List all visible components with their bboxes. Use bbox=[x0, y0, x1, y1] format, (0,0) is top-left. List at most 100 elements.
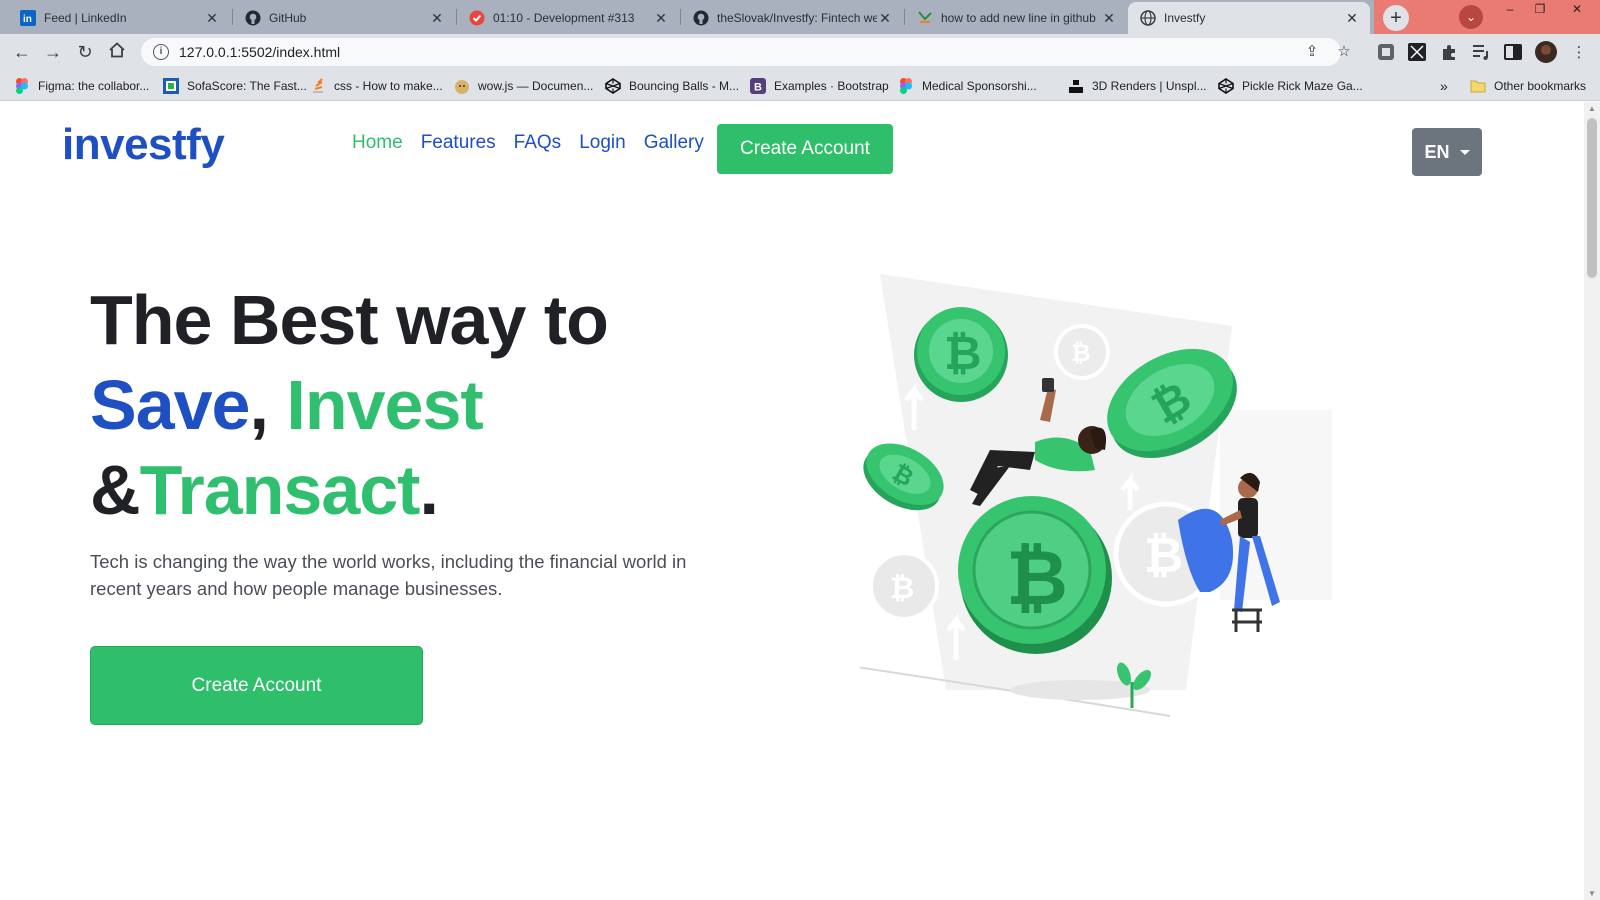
bookmark-label: Bouncing Balls - M... bbox=[629, 79, 740, 93]
share-icon[interactable]: ⇪ bbox=[1303, 43, 1321, 61]
minimize-icon[interactable]: – bbox=[1495, 2, 1525, 16]
home-icon[interactable] bbox=[106, 41, 128, 63]
more-bookmarks-button[interactable]: » bbox=[1440, 77, 1448, 95]
language-dropdown[interactable]: EN bbox=[1412, 128, 1482, 176]
tab-search-button[interactable]: ⌄ bbox=[1459, 5, 1483, 29]
hero-word-invest: Invest bbox=[286, 366, 483, 444]
bookmark-sofascore[interactable]: SofaScore: The Fast... bbox=[163, 77, 307, 95]
browser-tab-strip: in Feed | LinkedIn ✕ GitHub ✕ 01:10 - De… bbox=[0, 0, 1600, 34]
main-nav: Home Features FAQs Login Gallery bbox=[352, 132, 704, 154]
bookmark-label: Medical Sponsorshi... bbox=[922, 79, 1037, 93]
linkedin-icon: in bbox=[20, 10, 36, 26]
close-window-icon[interactable]: ✕ bbox=[1562, 2, 1592, 16]
hero-comma: , bbox=[249, 366, 268, 444]
tab-github[interactable]: GitHub ✕ bbox=[233, 2, 455, 34]
stackoverflow-icon bbox=[310, 78, 326, 94]
tab-development[interactable]: 01:10 - Development #313 ✕ bbox=[457, 2, 679, 34]
hero-create-account-button[interactable]: Create Account bbox=[90, 646, 423, 725]
bookmark-bootstrap[interactable]: B Examples · Bootstrap bbox=[750, 77, 889, 95]
bookmark-bouncing-balls[interactable]: Bouncing Balls - M... bbox=[605, 77, 739, 95]
page-scrollbar[interactable]: ▲ ▼ bbox=[1584, 102, 1600, 900]
tab-stackoverflow[interactable]: how to add new line in github ✕ bbox=[905, 2, 1127, 34]
github-icon bbox=[245, 10, 261, 26]
avatar[interactable] bbox=[1535, 41, 1557, 63]
screenshot-extension-icon[interactable] bbox=[1407, 42, 1427, 62]
nav-faqs[interactable]: FAQs bbox=[514, 132, 562, 154]
crypto-savings-illustration: ₿ ₿ ₿ ₿ ₿ ₿ ₿ bbox=[860, 274, 1332, 717]
scrollbar-thumb[interactable] bbox=[1587, 118, 1597, 278]
svg-text:B: B bbox=[754, 82, 762, 94]
address-bar[interactable]: i 127.0.0.1:5502/index.html bbox=[141, 38, 1341, 66]
reload-icon[interactable]: ↻ bbox=[74, 41, 96, 63]
globe-icon bbox=[1140, 10, 1156, 26]
bookmark-figma[interactable]: Figma: the collabor... bbox=[14, 77, 149, 95]
extension-icon[interactable] bbox=[1376, 42, 1396, 62]
bookmark-label: SofaScore: The Fast... bbox=[187, 79, 307, 93]
svg-text:in: in bbox=[23, 14, 32, 25]
menu-icon[interactable]: ⋮ bbox=[1570, 44, 1588, 62]
site-info-icon[interactable]: i bbox=[153, 44, 169, 60]
svg-text:₿: ₿ bbox=[1071, 340, 1091, 367]
hero-line-1: The Best way to bbox=[90, 281, 609, 359]
bookmark-stackoverflow[interactable]: css - How to make... bbox=[310, 77, 443, 95]
tab-investfy-repo[interactable]: theSlovak/Investfy: Fintech web ✕ bbox=[681, 2, 903, 34]
close-icon[interactable]: ✕ bbox=[653, 10, 669, 27]
bookmark-label: wow.js — Documen... bbox=[478, 79, 594, 93]
figma-icon bbox=[898, 78, 914, 94]
other-bookmarks-folder[interactable]: Other bookmarks bbox=[1470, 77, 1586, 95]
bookmark-medical[interactable]: Medical Sponsorshi... bbox=[898, 77, 1037, 95]
side-panel-icon[interactable] bbox=[1503, 42, 1523, 62]
scroll-up-icon[interactable]: ▲ bbox=[1588, 104, 1596, 113]
unsplash-icon bbox=[1068, 78, 1084, 94]
hero-ampersand: & bbox=[90, 451, 141, 529]
media-control-icon[interactable] bbox=[1471, 42, 1491, 62]
bookmark-label: Examples · Bootstrap bbox=[774, 79, 889, 93]
scroll-down-icon[interactable]: ▼ bbox=[1588, 889, 1596, 898]
timer-icon bbox=[469, 10, 485, 26]
close-icon[interactable]: ✕ bbox=[1101, 10, 1117, 27]
bookmark-unsplash[interactable]: 3D Renders | Unspl... bbox=[1068, 77, 1207, 95]
nav-features[interactable]: Features bbox=[421, 132, 496, 154]
bookmark-label: Figma: the collabor... bbox=[38, 79, 150, 93]
url-text: 127.0.0.1:5502/index.html bbox=[179, 44, 341, 60]
back-icon[interactable]: ← bbox=[11, 41, 33, 63]
bookmark-label: 3D Renders | Unspl... bbox=[1092, 79, 1207, 93]
svg-text:₿: ₿ bbox=[1144, 530, 1183, 583]
tab-title: how to add new line in github bbox=[941, 11, 1096, 25]
bookmark-pickle-rick[interactable]: Pickle Rick Maze Ga... bbox=[1218, 77, 1363, 95]
doge-icon bbox=[454, 78, 470, 94]
hero-word-transact: Transact bbox=[139, 451, 421, 529]
svg-text:₿: ₿ bbox=[944, 327, 982, 379]
puzzle-icon[interactable] bbox=[1439, 42, 1459, 62]
tab-investfy[interactable]: Investfy ✕ bbox=[1128, 2, 1370, 34]
gray-coin: ₿ bbox=[869, 551, 939, 621]
bookmark-label: css - How to make... bbox=[334, 79, 443, 93]
bookmark-label: Other bookmarks bbox=[1494, 79, 1587, 93]
close-icon[interactable]: ✕ bbox=[1344, 10, 1360, 27]
tab-title: Investfy bbox=[1164, 11, 1206, 25]
forward-icon[interactable]: → bbox=[42, 41, 64, 63]
tab-title: Feed | LinkedIn bbox=[44, 11, 127, 25]
nav-login[interactable]: Login bbox=[579, 132, 626, 154]
restore-icon[interactable]: ❐ bbox=[1525, 2, 1555, 16]
browser-toolbar: ← → ↻ i 127.0.0.1:5502/index.html ⇪ ☆ ⋮ bbox=[0, 34, 1600, 70]
bookmark-star-icon[interactable]: ☆ bbox=[1335, 43, 1353, 61]
illustration-panel bbox=[1220, 410, 1332, 600]
tab-title: theSlovak/Investfy: Fintech web bbox=[717, 11, 877, 25]
language-label: EN bbox=[1424, 141, 1450, 162]
bookmark-wowjs[interactable]: wow.js — Documen... bbox=[454, 77, 593, 95]
tab-linkedin[interactable]: in Feed | LinkedIn ✕ bbox=[8, 2, 230, 34]
new-tab-button[interactable]: + bbox=[1383, 5, 1409, 31]
close-icon[interactable]: ✕ bbox=[429, 10, 445, 27]
nav-home[interactable]: Home bbox=[352, 132, 403, 154]
hero-heading: The Best way to Save, Invest &Transact. bbox=[90, 278, 609, 533]
gray-coin: ₿ bbox=[1054, 324, 1110, 380]
close-icon[interactable]: ✕ bbox=[877, 10, 893, 27]
site-logo[interactable]: investfy bbox=[62, 120, 225, 170]
nav-create-account-button[interactable]: Create Account bbox=[717, 124, 893, 174]
hero-description: Tech is changing the way the world works… bbox=[90, 551, 687, 599]
close-icon[interactable]: ✕ bbox=[204, 10, 220, 27]
nav-gallery[interactable]: Gallery bbox=[644, 132, 704, 154]
bootstrap-icon: B bbox=[750, 78, 766, 94]
bookmark-label: Pickle Rick Maze Ga... bbox=[1242, 79, 1363, 93]
